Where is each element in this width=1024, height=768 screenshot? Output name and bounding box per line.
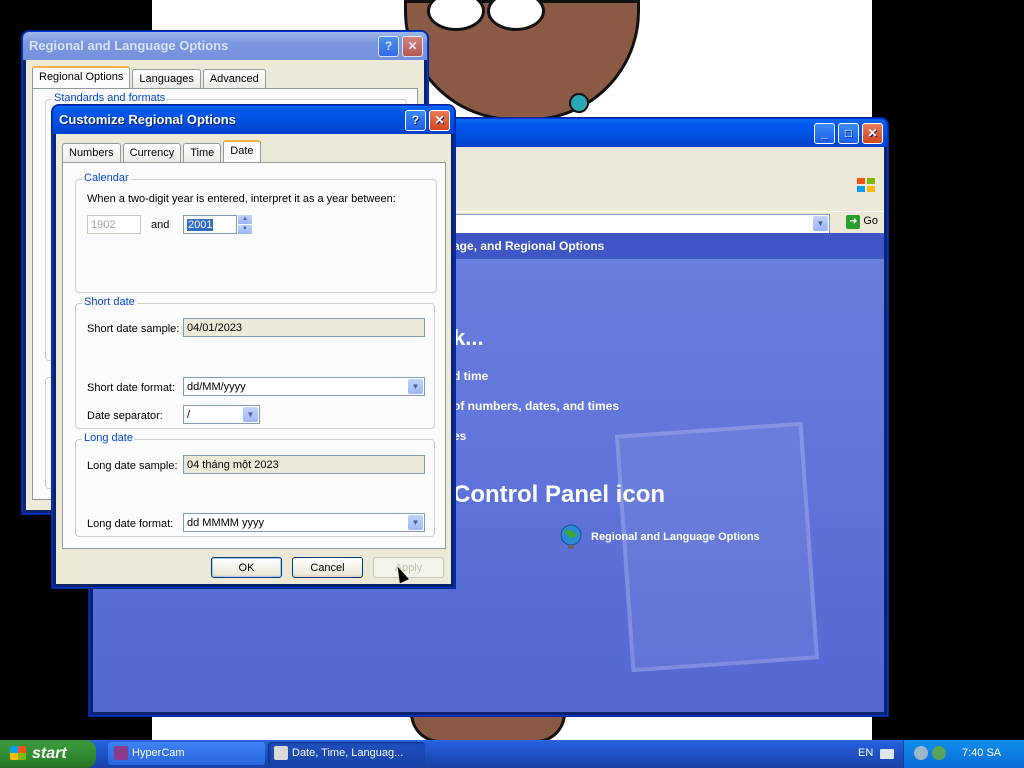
tab-time[interactable]: Time — [183, 143, 222, 162]
maximize-button[interactable]: □ — [838, 123, 859, 144]
globe-icon — [560, 524, 582, 549]
start-button[interactable]: start — [0, 740, 96, 768]
short-date-format-combo[interactable]: dd/MM/yyyy ▼ — [183, 377, 425, 396]
chevron-down-icon[interactable]: ▼ — [813, 216, 828, 231]
cp-icon-label: Regional and Language Options — [591, 530, 760, 543]
close-button[interactable]: ✕ — [862, 123, 883, 144]
cancel-button[interactable]: Cancel — [292, 557, 363, 578]
long-date-format-value: dd MMMM yyyy — [187, 517, 264, 529]
taskbar-item-date-time[interactable]: Date, Time, Languag... — [268, 742, 425, 765]
spin-down-icon[interactable]: ▼ — [238, 225, 252, 234]
short-date-format-value: dd/MM/yyyy — [187, 381, 246, 393]
regional-tabs: Regional Options Languages Advanced — [32, 66, 266, 88]
long-date-group-label: Long date — [82, 432, 135, 444]
minimize-button[interactable]: _ — [814, 123, 835, 144]
pick-task-heading: k... — [453, 325, 484, 350]
date-separator-combo[interactable]: / ▼ — [183, 405, 260, 424]
long-date-format-combo[interactable]: dd MMMM yyyy ▼ — [183, 513, 425, 532]
system-tray: 7:40 SA — [903, 740, 1024, 768]
tab-regional-options[interactable]: Regional Options — [32, 66, 131, 88]
taskbar-item-label: HyperCam — [132, 747, 185, 759]
customize-title: Customize Regional Options — [59, 112, 236, 127]
long-date-format-label: Long date format: — [87, 518, 174, 530]
tab-languages[interactable]: Languages — [132, 69, 201, 88]
calendar-group-label: Calendar — [82, 172, 131, 184]
tab-advanced[interactable]: Advanced — [202, 69, 266, 88]
spin-up-icon[interactable]: ▲ — [238, 215, 252, 224]
long-date-sample-field: 04 tháng một 2023 — [183, 455, 425, 474]
short-date-sample-field: 04/01/2023 — [183, 318, 425, 337]
task-link-formats[interactable]: of numbers, dates, and times — [453, 399, 619, 413]
customize-tabs: Numbers Currency Time Date — [62, 140, 261, 162]
ok-button[interactable]: OK — [211, 557, 282, 578]
date-separator-label: Date separator: — [87, 410, 163, 422]
taskbar: start HyperCam Date, Time, Languag... EN… — [0, 740, 1024, 768]
hypercam-icon — [114, 746, 128, 760]
year-to-field[interactable]: 2001 — [183, 215, 237, 234]
short-date-group-label: Short date — [82, 296, 137, 308]
windows-flag-icon — [10, 746, 26, 760]
tray-app-icon[interactable] — [914, 746, 928, 760]
and-label: and — [151, 219, 170, 231]
go-button[interactable]: ➜ Go — [846, 215, 878, 229]
customize-client: Numbers Currency Time Date Calendar When… — [56, 134, 451, 584]
go-label: Go — [863, 215, 878, 227]
standards-group-label: Standards and formats — [52, 92, 168, 104]
two-digit-year-text: When a two-digit year is entered, interp… — [87, 193, 396, 205]
regional-title: Regional and Language Options — [29, 38, 229, 53]
customize-titlebar[interactable]: Customize Regional Options ? ✕ — [53, 106, 454, 134]
keyboard-icon[interactable] — [880, 749, 894, 759]
windows-logo-icon — [857, 178, 875, 192]
apply-button[interactable]: Apply — [373, 557, 444, 578]
chevron-down-icon[interactable]: ▼ — [408, 515, 423, 530]
short-date-format-label: Short date format: — [87, 382, 176, 394]
start-label: start — [32, 745, 67, 762]
help-button[interactable]: ? — [405, 110, 426, 131]
help-button[interactable]: ? — [378, 36, 399, 57]
language-indicator[interactable]: EN — [858, 747, 873, 759]
cp-icon-regional[interactable]: Regional and Language Options — [559, 523, 760, 551]
regional-titlebar[interactable]: Regional and Language Options ? ✕ — [23, 32, 427, 60]
task-link-languages[interactable]: es — [453, 429, 466, 443]
close-button[interactable]: ✕ — [429, 110, 450, 131]
chevron-down-icon[interactable]: ▼ — [243, 407, 258, 422]
year-spinner[interactable]: ▲ ▼ — [238, 215, 252, 234]
close-button[interactable]: ✕ — [402, 36, 423, 57]
tab-numbers[interactable]: Numbers — [62, 143, 121, 162]
tray-app-icon[interactable] — [932, 746, 946, 760]
task-link-date-time[interactable]: d time — [453, 369, 488, 383]
date-tab-panel: Calendar When a two-digit year is entere… — [62, 162, 446, 549]
chevron-down-icon[interactable]: ▼ — [408, 379, 423, 394]
date-separator-value: / — [187, 409, 191, 421]
tab-currency[interactable]: Currency — [122, 143, 182, 162]
go-arrow-icon: ➜ — [846, 215, 861, 229]
wallpaper-character-feet — [410, 712, 566, 743]
tab-date[interactable]: Date — [223, 140, 261, 162]
year-from-field: 1902 — [87, 215, 141, 234]
control-panel-icon — [274, 746, 288, 760]
short-date-sample-label: Short date sample: — [87, 323, 180, 335]
clock[interactable]: 7:40 SA — [962, 747, 1001, 759]
taskbar-item-label: Date, Time, Languag... — [292, 747, 404, 759]
customize-dialog: Customize Regional Options ? ✕ Numbers C… — [52, 105, 455, 588]
year-to-value: 2001 — [187, 219, 214, 231]
long-date-sample-label: Long date sample: — [87, 460, 178, 472]
taskbar-item-hypercam[interactable]: HyperCam — [108, 742, 265, 765]
cp-icon-heading: Control Panel icon — [453, 481, 666, 508]
